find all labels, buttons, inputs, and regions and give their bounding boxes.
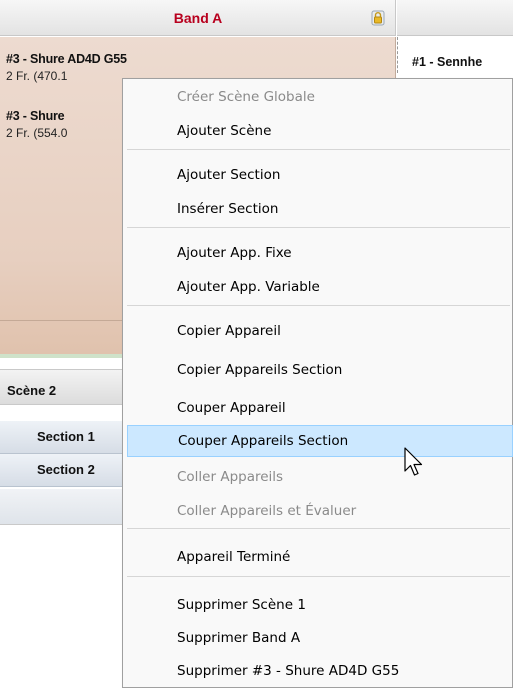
mouse-pointer-icon: [404, 447, 423, 476]
context-menu: Créer Scène Globale Ajouter Scène Ajoute…: [122, 78, 513, 688]
menu-item-delete-scene[interactable]: Supprimer Scène 1: [123, 590, 512, 620]
menu-item-delete-band[interactable]: Supprimer Band A: [123, 623, 512, 653]
device-title[interactable]: #3 - Shure AD4D G55: [6, 52, 127, 66]
menu-separator: [127, 576, 510, 577]
empty-row[interactable]: [0, 489, 130, 525]
menu-item-cut-device[interactable]: Couper Appareil: [123, 393, 512, 423]
menu-separator: [127, 227, 510, 228]
menu-item-device-done[interactable]: Appareil Terminé: [123, 542, 512, 572]
device-frequency: 2 Fr. (554.0: [6, 126, 68, 140]
menu-item-cut-section-devices[interactable]: Couper Appareils Section: [127, 425, 513, 457]
device-title[interactable]: #3 - Shure: [6, 109, 65, 123]
menu-item-insert-section[interactable]: Insérer Section: [123, 194, 512, 224]
menu-item-add-scene[interactable]: Ajouter Scène: [123, 116, 512, 146]
menu-item-copy-device[interactable]: Copier Appareil: [123, 316, 512, 346]
device-title[interactable]: #1 - Sennhe: [412, 55, 482, 69]
menu-item-copy-section-devices[interactable]: Copier Appareils Section: [123, 355, 512, 385]
section-label: Section 1: [37, 429, 95, 444]
device-frequency: 2 Fr. (470.1: [6, 69, 68, 83]
menu-item-add-variable-device[interactable]: Ajouter App. Variable: [123, 272, 512, 302]
menu-item-add-fixed-device[interactable]: Ajouter App. Fixe: [123, 238, 512, 268]
menu-item-delete-device[interactable]: Supprimer #3 - Shure AD4D G55: [123, 656, 512, 686]
lock-icon[interactable]: [370, 10, 386, 26]
menu-separator: [127, 528, 510, 529]
next-band-header[interactable]: [397, 0, 513, 36]
section-label: Section 2: [37, 462, 95, 477]
band-title: Band A: [173, 10, 223, 26]
menu-item-add-section[interactable]: Ajouter Section: [123, 160, 512, 190]
scene-label: Scène 2: [7, 383, 57, 398]
menu-item-paste-and-evaluate[interactable]: Coller Appareils et Évaluer: [123, 496, 512, 526]
menu-item-create-global-scene[interactable]: Créer Scène Globale: [123, 82, 512, 112]
menu-separator: [127, 305, 510, 306]
menu-separator: [127, 149, 510, 150]
menu-item-paste-devices[interactable]: Coller Appareils: [123, 462, 512, 492]
